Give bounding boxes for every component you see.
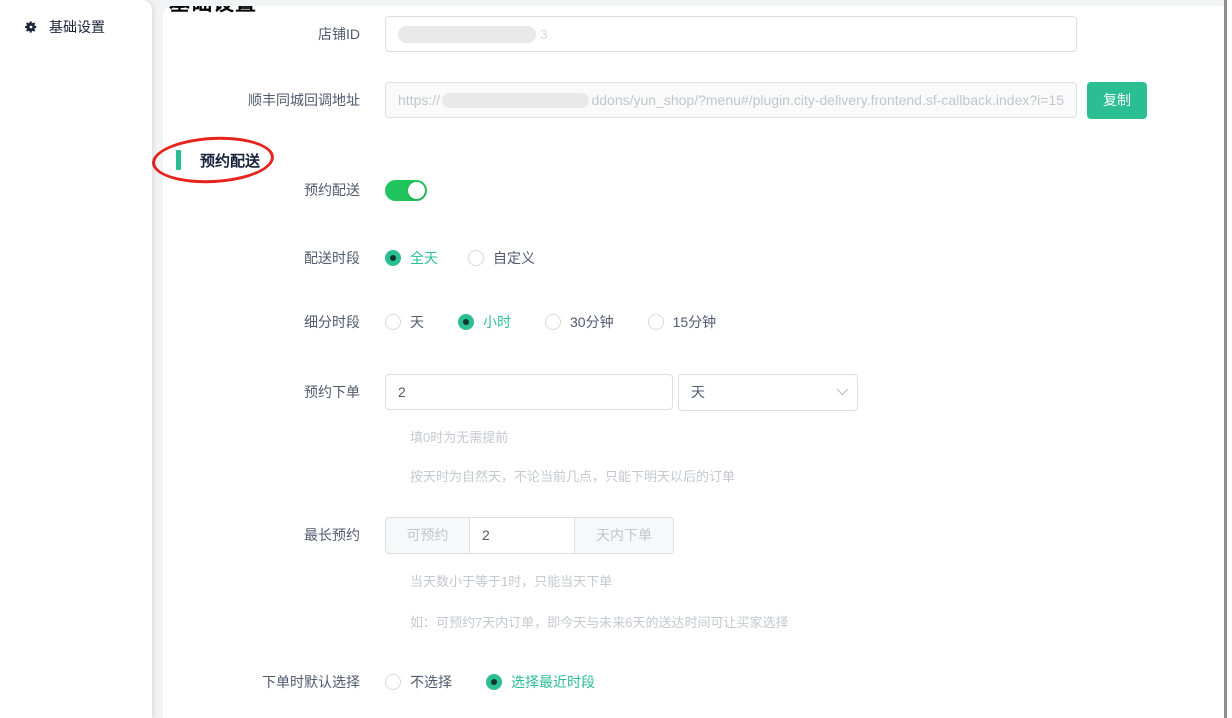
- radio-dot: [648, 314, 664, 330]
- advance-help-1: 填0时为无需提前: [410, 427, 508, 446]
- default-select-row: 下单时默认选择 不选择 选择最近时段: [163, 671, 595, 693]
- reservation-toggle-label: 预约配送: [163, 180, 385, 200]
- subdivision-label: 细分时段: [163, 312, 385, 332]
- subdivision-row: 细分时段 天 小时 30分钟 15分钟: [163, 311, 716, 333]
- radio-hour[interactable]: 小时: [458, 312, 511, 332]
- max-reserve-help-2: 如：可预约7天内订单，即今天与未来6天的送达时间可让买家选择: [410, 612, 788, 631]
- radio-15min[interactable]: 15分钟: [648, 312, 717, 332]
- delivery-period-label: 配送时段: [163, 248, 385, 268]
- radio-nearest-period[interactable]: 选择最近时段: [486, 672, 595, 692]
- callback-url-prefix: https://: [398, 92, 440, 108]
- advance-help-2: 按天时为自然天，不论当前几点，只能下明天以后的订单: [410, 466, 735, 485]
- callback-row: 顺丰同城回调地址 https:// ddons/yun_shop/?menu#/…: [163, 81, 1147, 119]
- redacted-domain: [442, 93, 589, 108]
- max-reserve-label: 最长预约: [163, 525, 385, 545]
- callback-url-input[interactable]: https:// ddons/yun_shop/?menu#/plugin.ci…: [385, 82, 1077, 118]
- clipped-page-heading: 基础设置: [169, 6, 369, 14]
- sidebar-item-label: 基础设置: [49, 17, 105, 37]
- section-header-reservation: 预约配送: [163, 147, 260, 173]
- reservation-toggle[interactable]: [385, 180, 427, 201]
- max-reserve-row: 最长预约 可预约 2 天内下单: [163, 516, 674, 554]
- window-right-edge: [1227, 0, 1232, 718]
- max-reserve-append: 天内下单: [574, 517, 674, 554]
- reservation-toggle-row: 预约配送: [163, 178, 427, 202]
- callback-url-suffix: ddons/yun_shop/?menu#/plugin.city-delive…: [591, 92, 1064, 108]
- max-reserve-prepend: 可预约: [385, 517, 470, 554]
- toggle-knob: [408, 182, 425, 199]
- shop-id-input[interactable]: 3: [385, 16, 1077, 52]
- radio-dot: [468, 250, 484, 266]
- advance-order-unit-select[interactable]: 天: [678, 374, 858, 411]
- radio-dot: [486, 674, 502, 690]
- radio-day[interactable]: 天: [385, 312, 424, 332]
- max-reserve-help-1: 当天数小于等于1时，只能当天下单: [410, 571, 612, 590]
- radio-custom[interactable]: 自定义: [468, 248, 535, 268]
- section-accent-bar: [176, 150, 181, 170]
- advance-order-row: 预约下单 2 天: [163, 373, 858, 411]
- section-title: 预约配送: [200, 150, 260, 171]
- sidebar: 基础设置: [0, 0, 152, 718]
- shop-id-label: 店铺ID: [163, 24, 385, 44]
- radio-dot: [385, 314, 401, 330]
- advance-order-input[interactable]: 2: [385, 374, 673, 410]
- shop-id-faint-char: 3: [540, 26, 548, 42]
- radio-dot: [385, 250, 401, 266]
- chevron-down-icon: [837, 383, 848, 394]
- copy-button[interactable]: 复制: [1087, 82, 1147, 119]
- max-reserve-input[interactable]: 2: [469, 517, 575, 554]
- radio-no-select[interactable]: 不选择: [385, 672, 452, 692]
- radio-all-day[interactable]: 全天: [385, 248, 438, 268]
- shop-id-row: 店铺ID 3: [163, 15, 1077, 53]
- redacted-shop-id: [398, 26, 536, 43]
- radio-dot: [385, 674, 401, 690]
- default-select-label: 下单时默认选择: [163, 672, 385, 692]
- callback-label: 顺丰同城回调地址: [163, 90, 385, 110]
- sidebar-item-basic-settings[interactable]: 基础设置: [0, 0, 152, 37]
- radio-dot: [545, 314, 561, 330]
- radio-dot: [458, 314, 474, 330]
- settings-panel: 基础设置 店铺ID 3 顺丰同城回调地址 https:// ddons/yun_…: [163, 6, 1224, 718]
- delivery-period-row: 配送时段 全天 自定义: [163, 247, 535, 269]
- gear-icon: [24, 20, 38, 34]
- radio-30min[interactable]: 30分钟: [545, 312, 614, 332]
- max-reserve-group: 可预约 2 天内下单: [385, 517, 674, 554]
- advance-order-label: 预约下单: [163, 382, 385, 402]
